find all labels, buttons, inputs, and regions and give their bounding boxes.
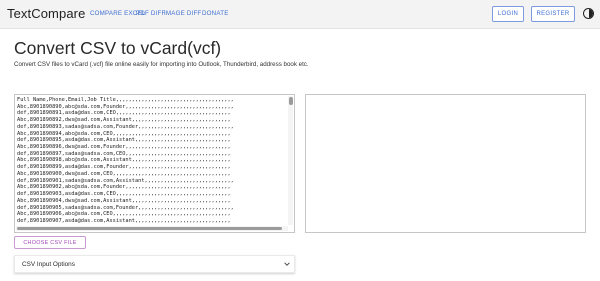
csv-line: def,8901890895,asda@das.com,Assistant,,,… <box>17 137 231 144</box>
choose-csv-file-button[interactable]: CHOOSE CSV FILE <box>14 236 86 249</box>
csv-line: def,8901890905,sadas@sadsa.com,Founder,,… <box>17 204 234 211</box>
page-title: Convert CSV to vCard(vcf) <box>14 38 222 58</box>
csv-line: Abc,8901890898,abc@sda.com,Assistant,,,,… <box>17 157 231 164</box>
login-button[interactable]: LOGIN <box>492 6 524 22</box>
csv-line: Abc,8901890906,abc@sda.com,CEO,,,,,,,,,,… <box>17 211 231 218</box>
csv-input-options-accordion[interactable]: CSV Input Options <box>14 255 295 273</box>
csv-line: Abc,8901890894,abc@sda.com,CEO,,,,,,,,,,… <box>17 130 231 137</box>
csv-line: Abc,8901890904,dws@sad.com,Assistant,,,,… <box>17 197 231 204</box>
csv-line: Abc,8901890892,dws@sad.com,Assistant,,,,… <box>17 117 231 124</box>
vertical-scrollbar[interactable] <box>288 96 293 225</box>
brand-logo[interactable]: TextCompare <box>7 6 85 21</box>
page-description: Convert CSV files to vCard (.vcf) file o… <box>14 61 309 68</box>
chevron-down-icon[interactable] <box>283 260 291 268</box>
register-button[interactable]: REGISTER <box>531 6 575 22</box>
csv-line: def,8901890893,sadas@sadsa.com,Founder,,… <box>17 123 234 130</box>
half-moon-contrast-icon[interactable] <box>583 8 594 19</box>
csv-line: def,8901890901,sadas@sadsa.com,Assistant… <box>17 177 234 184</box>
csv-line: def,8901890891,asda@das.com,CEO,,,,,,,,,… <box>17 110 231 117</box>
csv-line: Abc,8901890890,abc@sda.com,Founder,,,,,,… <box>17 103 234 110</box>
vcard-output-textarea[interactable] <box>305 94 586 233</box>
csv-input-textarea[interactable]: Full Name,Phone,Email,Job Title,,,,,,,,,… <box>14 94 295 233</box>
nav-image-diff[interactable]: IMAGE DIFF <box>164 10 201 17</box>
csv-line: def,8901890897,sadas@sadsa.com,CEO,,,,,,… <box>17 150 231 157</box>
csv-input-options-label: CSV Input Options <box>22 261 75 268</box>
csv-input-content: Full Name,Phone,Email,Job Title,,,,,,,,,… <box>17 97 284 225</box>
horizontal-scrollbar-thumb[interactable] <box>17 227 282 230</box>
csv-line: Full Name,Phone,Email,Job Title,,,,,,,,,… <box>17 97 234 103</box>
csv-line: def,8901890907,asda@das.com,Assistant,,,… <box>17 217 231 224</box>
csv-line: def,8901890903,asda@das.com,CEO,,,,,,,,,… <box>17 191 231 198</box>
csv-line: Abc,8901890896,dws@sad.com,Founder,,,,,,… <box>17 144 231 151</box>
top-navigation-bar: TextCompare COMPARE EXCEL PDF DIFF IMAGE… <box>0 0 600 29</box>
nav-pdf-diff[interactable]: PDF DIFF <box>136 10 165 17</box>
csv-line: def,8901890899,asda@das.com,Founder,,,,,… <box>17 164 231 171</box>
vertical-scrollbar-thumb[interactable] <box>288 97 293 105</box>
csv-line: Abc,8901890900,dws@sad.com,CEO,,,,,,,,,,… <box>17 170 231 177</box>
horizontal-scrollbar[interactable] <box>16 226 288 231</box>
csv-line: Abc,8901890902,abc@sda.com,Founder,,,,,,… <box>17 184 231 191</box>
nav-donate[interactable]: DONATE <box>202 10 229 17</box>
